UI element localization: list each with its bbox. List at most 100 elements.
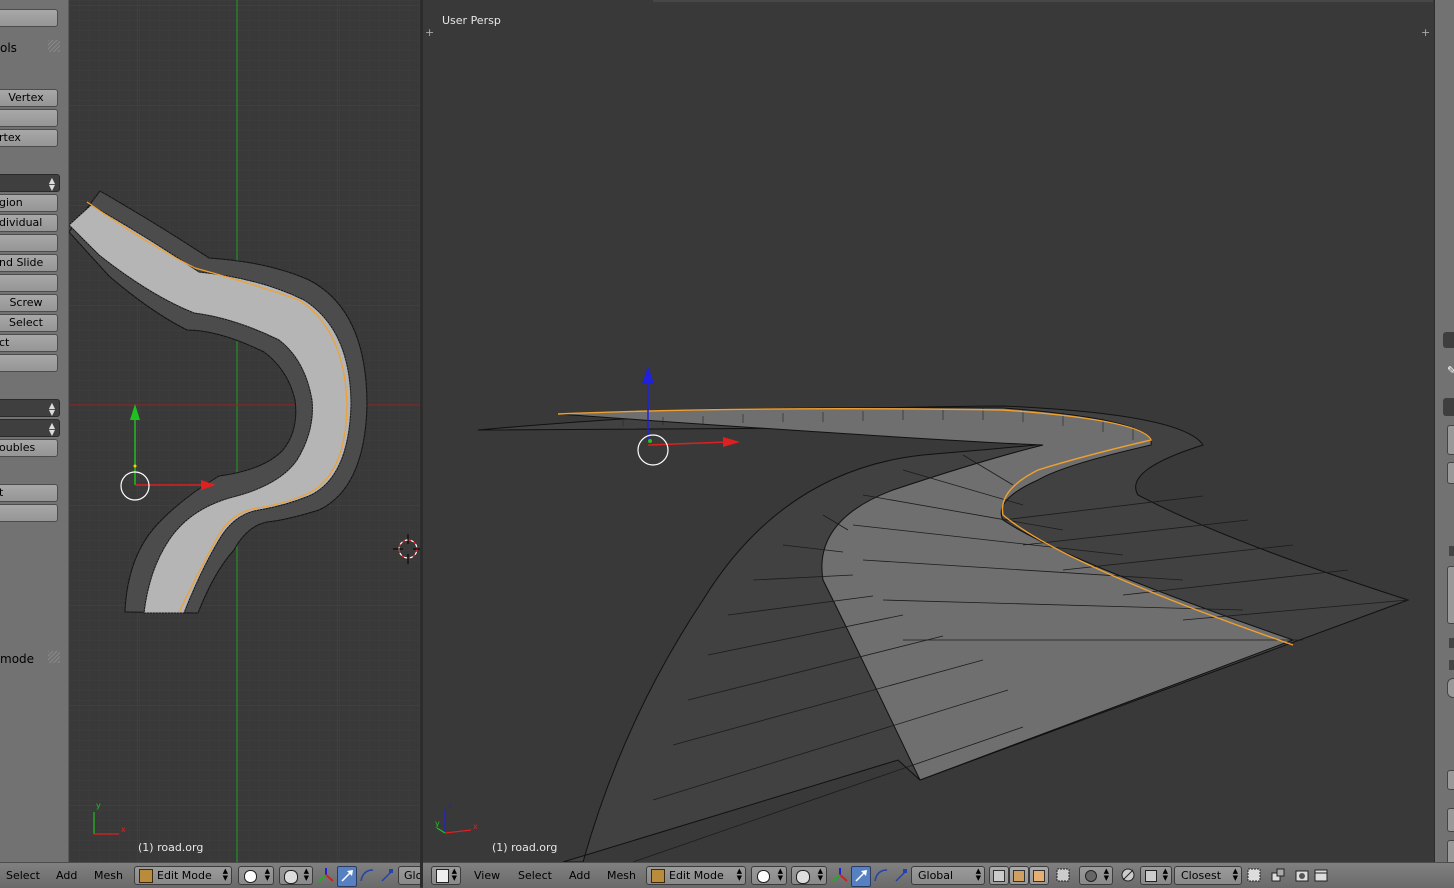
menu-add[interactable]: Add <box>569 869 590 882</box>
panel-grip-icon[interactable] <box>48 651 60 663</box>
tool-button-blank-3[interactable] <box>0 274 58 292</box>
tool-button-region[interactable]: gion <box>0 194 58 212</box>
tools-panel-title[interactable]: ols <box>0 41 17 55</box>
left-3d-viewport[interactable]: y x (1) road.org <box>69 0 420 862</box>
edge-select-mode-button[interactable] <box>1009 866 1029 885</box>
left-viewport-canvas[interactable]: y x <box>69 0 420 862</box>
panel-field[interactable] <box>1447 840 1454 862</box>
tool-dropdown-3[interactable]: ▲ ▼ <box>0 419 60 437</box>
scale-manipulator-icon[interactable] <box>379 867 395 883</box>
transform-orientation-selector[interactable]: Global ▲ ▼ <box>911 866 985 885</box>
region-expand-icon[interactable]: + <box>1421 26 1430 39</box>
tool-button-select[interactable]: Select <box>0 314 58 332</box>
snap-target-selector[interactable]: Closest ▲ ▼ <box>1174 866 1242 885</box>
tool-button-blank-2[interactable] <box>0 234 58 252</box>
tool-button-blank-1[interactable] <box>0 109 58 127</box>
proportional-edit-selector[interactable]: ▲ ▼ <box>1079 866 1113 885</box>
panel-button[interactable] <box>1447 808 1454 832</box>
pivot-point-selector[interactable]: ▲ ▼ <box>791 866 827 885</box>
snap-element-selector[interactable]: ▲ ▼ <box>1140 866 1172 885</box>
tool-button-top[interactable] <box>0 9 58 27</box>
panel-field[interactable] <box>1447 566 1454 624</box>
svg-text:x: x <box>121 825 126 834</box>
mode-selector[interactable]: Edit Mode ▲ ▼ <box>646 866 746 885</box>
tool-button-individual[interactable]: dividual <box>0 214 58 232</box>
menu-view[interactable]: View <box>474 869 500 882</box>
edge-select-icon <box>1013 870 1025 882</box>
pivot-icon <box>796 870 810 884</box>
panel-grip-icon[interactable] <box>48 40 60 52</box>
panel-button[interactable] <box>1447 425 1454 455</box>
tool-button-blank-5[interactable] <box>0 504 58 522</box>
face-select-icon <box>1033 870 1045 882</box>
mode-selector[interactable]: Edit Mode ▲ ▼ <box>134 866 232 885</box>
tool-button-doubles[interactable]: oubles <box>0 439 58 457</box>
panel-tab[interactable] <box>1443 398 1454 416</box>
rotate-manipulator-icon[interactable] <box>873 867 889 883</box>
right-viewport-header: ▲ ▼ View Select Add Mesh Edit Mode ▲ ▼ ▲ ▼ … <box>423 862 1454 888</box>
pivot-icon <box>284 870 298 884</box>
proportional-edit-icon <box>1085 870 1097 882</box>
tool-dropdown-2[interactable]: ▲ ▼ <box>0 399 60 417</box>
translate-manipulator-icon[interactable] <box>337 866 357 887</box>
3d-view-icon <box>436 869 449 883</box>
menu-mesh[interactable]: Mesh <box>607 869 636 882</box>
manipulator-toggle-icon[interactable] <box>318 867 334 883</box>
panel-button[interactable] <box>1447 462 1454 484</box>
render-animation-icon[interactable] <box>1313 867 1329 883</box>
render-icon[interactable] <box>1294 867 1310 883</box>
dropdown-arrows-icon: ▲ ▼ <box>736 867 742 882</box>
menu-mesh[interactable]: Mesh <box>94 869 123 882</box>
tool-shelf: ols Vertex rtex ▲ ▼ gion dividual nd Slid… <box>0 0 69 862</box>
face-select-mode-button[interactable] <box>1029 866 1049 885</box>
limit-selection-icon[interactable] <box>1055 867 1071 883</box>
edit-mode-icon <box>139 869 153 883</box>
menu-select[interactable]: Select <box>6 869 40 882</box>
dropdown-arrows-icon: ▲ ▼ <box>264 867 270 882</box>
svg-text:y: y <box>435 819 440 828</box>
tool-button-blank-4[interactable] <box>0 354 58 372</box>
transform-orientation-selector[interactable]: Glo <box>398 866 420 885</box>
scale-manipulator-icon[interactable] <box>893 867 909 883</box>
rotate-manipulator-icon[interactable] <box>359 867 375 883</box>
tool-button-ct[interactable]: ct <box>0 334 58 352</box>
viewport-shading-selector[interactable]: ▲ ▼ <box>238 866 274 885</box>
tool-button-vertex-2[interactable]: rtex <box>0 129 58 147</box>
proportional-edit-objects-icon[interactable] <box>1270 867 1286 883</box>
dropdown-arrows-icon: ▲ ▼ <box>1103 867 1109 882</box>
tool-dropdown-1[interactable]: ▲ ▼ <box>0 174 60 192</box>
region-expand-icon[interactable]: + <box>425 26 434 39</box>
view-name-label: User Persp <box>442 14 501 27</box>
right-viewport-canvas[interactable]: + + z x y <box>423 0 1433 862</box>
tool-button-screw[interactable]: Screw <box>0 294 58 312</box>
viewport-shading-selector[interactable]: ▲ ▼ <box>751 866 787 885</box>
tool-button-t[interactable]: t <box>0 484 58 502</box>
properties-panel-edge[interactable]: ✎ <box>1434 0 1454 862</box>
translate-manipulator-icon[interactable] <box>851 866 871 887</box>
panel-checkbox[interactable] <box>1449 660 1454 670</box>
dropdown-arrows-icon: ▲ ▼ <box>975 867 981 882</box>
tool-button-vertex[interactable]: Vertex <box>0 89 58 107</box>
pin-icon[interactable]: ✎ <box>1447 364 1454 377</box>
panel-radio[interactable] <box>1447 678 1454 698</box>
manipulator-toggle-icon[interactable] <box>832 867 848 883</box>
options-panel-title[interactable]: mode <box>0 652 34 666</box>
snap-element-icon <box>1145 870 1157 882</box>
tool-button-and-slide[interactable]: nd Slide <box>0 254 58 272</box>
snap-toggle-icon[interactable] <box>1120 867 1136 883</box>
panel-checkbox[interactable] <box>1449 546 1454 556</box>
grid-major <box>69 0 420 862</box>
panel-checkbox[interactable] <box>1449 638 1454 648</box>
dropdown-arrows-icon: ▲ ▼ <box>451 867 457 882</box>
svg-text:y: y <box>96 801 101 810</box>
editor-type-selector[interactable]: ▲ ▼ <box>431 866 461 885</box>
pivot-point-selector[interactable]: ▲ ▼ <box>279 866 313 885</box>
menu-add[interactable]: Add <box>56 869 77 882</box>
road-mesh-perspective[interactable] <box>477 405 1410 862</box>
right-3d-viewport[interactable]: + + z x y User Persp (1) road.org <box>423 0 1433 862</box>
menu-select[interactable]: Select <box>518 869 552 882</box>
panel-button[interactable] <box>1447 770 1454 790</box>
vertex-select-mode-button[interactable] <box>989 866 1009 885</box>
panel-tab[interactable] <box>1443 332 1454 348</box>
snap-options-icon[interactable] <box>1246 867 1262 883</box>
